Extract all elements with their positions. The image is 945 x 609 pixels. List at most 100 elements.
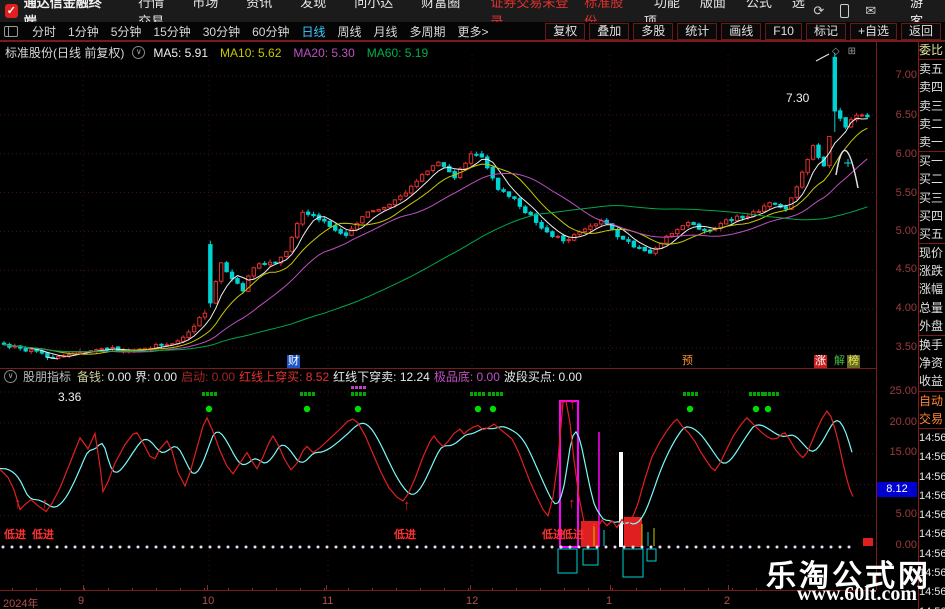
period-15分钟[interactable]: 15分钟 bbox=[147, 25, 196, 39]
quote-panel[interactable]: 委比 卖五 卖四 卖三 卖二 卖一 买一 买二 买三 买四 买五 现价 涨跌 涨幅 总量 外盘 换手 净资 收益 自动… bbox=[919, 41, 945, 609]
price-tick: 4.50 bbox=[895, 263, 917, 275]
buy-signal-label: 低进 bbox=[562, 529, 584, 541]
event-tag-涨[interactable]: 涨 bbox=[814, 355, 827, 368]
indicator-collapse-icon[interactable]: ∨ bbox=[4, 370, 17, 383]
high-price-label: 7.30 bbox=[786, 91, 810, 105]
tdx-terminal-window: ✓ 通达信金融终端 行情市场资讯发现问小达财富圈交易 证券交易未登录 标准股份 … bbox=[0, 0, 945, 609]
app-logo-icon: ✓ bbox=[5, 4, 18, 18]
ma-readouts: MA5: 5.91 MA10: 5.62 MA20: 5.30 MA60: 5.19 bbox=[153, 46, 440, 60]
trade-time-row: 14:56 bbox=[919, 489, 945, 502]
quote-row-外盘: 外盘 bbox=[919, 318, 944, 333]
chart-title-row: 标准股份(日线 前复权) ∨ MA5: 5.91 MA10: 5.62 MA20: … bbox=[5, 44, 440, 61]
price-tick: 3.50 bbox=[895, 341, 917, 353]
toolbar-button-标记[interactable]: 标记 bbox=[805, 23, 846, 40]
period-1分钟[interactable]: 1分钟 bbox=[62, 25, 105, 39]
indicator-header: ∨ 股朋指标 备钱: 0.00 界: 0.00 启动: 0.00 红线上穿买: 8.5… bbox=[0, 369, 880, 384]
period-日线[interactable]: 日线 bbox=[295, 25, 331, 39]
event-tag-榜[interactable]: 榜 bbox=[847, 355, 860, 368]
buy-signal-arrow: ↑ bbox=[14, 495, 22, 512]
ma-readout: MA20: 5.30 bbox=[293, 45, 355, 60]
x-axis-label: 2 bbox=[724, 595, 731, 607]
quote-row-买四: 买四 bbox=[919, 208, 944, 223]
buy-signal-arrow: ↑ bbox=[569, 396, 577, 413]
toolbar-button-+自选[interactable]: +自选 bbox=[849, 23, 897, 40]
layout-icon[interactable] bbox=[4, 26, 18, 37]
menu-item-发现[interactable]: 发现 bbox=[286, 0, 340, 10]
auto-trade-label[interactable]: 自动 bbox=[919, 390, 945, 410]
auto-trade-label[interactable]: 交易 bbox=[919, 410, 945, 428]
event-tag-解[interactable]: 解 bbox=[833, 355, 846, 368]
watermark-url: www.60lt.com bbox=[797, 583, 917, 605]
menu-item-版面[interactable]: 版面 bbox=[690, 0, 736, 10]
toolbar-button-统计[interactable]: 统计 bbox=[677, 23, 718, 40]
period-更多>[interactable]: 更多> bbox=[452, 25, 495, 39]
ma-readout: MA10: 5.62 bbox=[220, 45, 282, 60]
indicator-field: 界: 0.00 bbox=[135, 370, 178, 384]
period-月线[interactable]: 月线 bbox=[368, 25, 404, 39]
indicator-fields: 备钱: 0.00 界: 0.00 启动: 0.00 红线上穿买: 8.52 红线下穿卖:… bbox=[77, 368, 586, 385]
toolbar-button-复权[interactable]: 复权 bbox=[545, 23, 586, 40]
menu-item-资讯[interactable]: 资讯 bbox=[232, 0, 286, 10]
indicator-tick: 0.00 bbox=[895, 539, 917, 551]
menu-item-市场[interactable]: 市场 bbox=[178, 0, 232, 10]
indicator-field: 波段买点: 0.00 bbox=[503, 370, 582, 384]
x-axis-label: 11 bbox=[322, 595, 334, 607]
quote-row-总量: 总量 bbox=[919, 300, 944, 315]
quote-row-净资: 净资 bbox=[919, 356, 944, 371]
quote-row-换手: 换手 bbox=[919, 335, 945, 354]
price-tick: 6.50 bbox=[895, 109, 917, 121]
toolbar-button-F10[interactable]: F10 bbox=[765, 23, 802, 40]
quote-row-买二: 买二 bbox=[919, 172, 944, 187]
indicator-field: 备钱: 0.00 bbox=[77, 370, 132, 384]
indicator-field: 启动: 0.00 bbox=[181, 370, 236, 384]
buy-signal-label: 低进 bbox=[32, 529, 54, 541]
toolbar-button-返回[interactable]: 返回 bbox=[900, 23, 941, 40]
refresh-icon[interactable]: ⟳ bbox=[813, 3, 824, 19]
toolbar-button-多股[interactable]: 多股 bbox=[633, 23, 674, 40]
event-tag-财[interactable]: 财 bbox=[287, 355, 300, 368]
price-tick: 7.00 bbox=[895, 69, 917, 81]
period-30分钟[interactable]: 30分钟 bbox=[197, 25, 246, 39]
indicator-chart[interactable] bbox=[0, 385, 876, 590]
period-周线[interactable]: 周线 bbox=[331, 25, 367, 39]
period-5分钟[interactable]: 5分钟 bbox=[105, 25, 148, 39]
quote-row-现价: 现价 bbox=[919, 243, 945, 262]
menu-item-功能[interactable]: 功能 bbox=[644, 0, 690, 10]
grid-icon[interactable]: ⊞ bbox=[848, 46, 856, 57]
x-axis-line bbox=[0, 590, 876, 591]
quote-row-卖三: 卖三 bbox=[919, 98, 944, 113]
period-items: 分时 1分钟 5分钟 15分钟 30分钟 60分钟 日线 周线 月线 多周期 更多> bbox=[26, 23, 495, 40]
buy-signal-label: 低进 bbox=[542, 529, 564, 541]
menu-item-公式[interactable]: 公式 bbox=[736, 0, 782, 10]
period-多周期[interactable]: 多周期 bbox=[404, 25, 452, 39]
candlestick-chart[interactable] bbox=[0, 41, 876, 368]
buy-signal-label: 低进 bbox=[4, 529, 26, 541]
menu-item-问小达[interactable]: 问小达 bbox=[340, 0, 407, 10]
buy-signal-arrow: ↑ bbox=[558, 396, 566, 413]
price-tick: 5.00 bbox=[895, 225, 917, 237]
mobile-icon[interactable] bbox=[840, 4, 850, 18]
indicator-field: 极品底: 0.00 bbox=[433, 370, 500, 384]
event-tag-预[interactable]: 预 bbox=[681, 355, 694, 368]
period-60分钟[interactable]: 60分钟 bbox=[246, 25, 295, 39]
buy-signal-label: 低进 bbox=[394, 529, 416, 541]
buy-signal-arrow: ↑ bbox=[568, 495, 576, 512]
trade-time-row: 14:56 bbox=[919, 451, 945, 464]
indicator-name[interactable]: 股朋指标 bbox=[23, 368, 71, 385]
indicator-region[interactable]: 低进 低进 低进 低进 低进 ↑ ↑ ↑ ↑ ↑ ↑ bbox=[0, 385, 876, 590]
toolbar-button-叠加[interactable]: 叠加 bbox=[589, 23, 630, 40]
menu-item-财富圈[interactable]: 财富圈 bbox=[407, 0, 474, 10]
toolbar-button-画线[interactable]: 画线 bbox=[721, 23, 762, 40]
indicator-tick: 25.00 bbox=[889, 385, 917, 397]
menu-item-行情[interactable]: 行情 bbox=[124, 0, 178, 10]
indicator-last-value: 8.12 bbox=[877, 482, 917, 497]
toolbar-right-buttons: 复权 叠加 多股 统计 画线 F10 标记 +自选 返回 bbox=[545, 23, 945, 40]
low-price-label: 3.36 bbox=[58, 390, 82, 404]
diamond-icon[interactable]: ◇ bbox=[832, 46, 840, 57]
period-分时[interactable]: 分时 bbox=[26, 25, 62, 39]
mail-icon[interactable]: ✉ bbox=[865, 3, 876, 19]
main-chart-region[interactable]: 标准股份(日线 前复权) ∨ MA5: 5.91 MA10: 5.62 MA20: … bbox=[0, 41, 876, 404]
pane-icons: ◇ ⊞ bbox=[832, 46, 856, 57]
menubar: ✓ 通达信金融终端 行情市场资讯发现问小达财富圈交易 证券交易未登录 标准股份 … bbox=[0, 0, 945, 29]
collapse-icon[interactable]: ∨ bbox=[132, 46, 146, 59]
